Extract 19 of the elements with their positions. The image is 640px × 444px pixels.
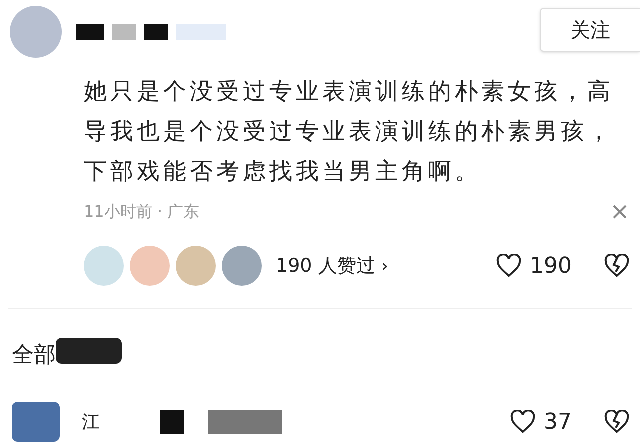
close-icon[interactable] — [612, 204, 628, 220]
reply-like-count: 37 — [544, 408, 572, 436]
heart-icon[interactable] — [510, 410, 536, 434]
follow-button[interactable]: 关注 — [540, 8, 640, 52]
liker-avatar[interactable] — [222, 246, 262, 286]
reply-name: 江 — [82, 410, 100, 434]
liker-avatar[interactable] — [176, 246, 216, 286]
redaction-block — [56, 338, 122, 364]
post-meta: 11小时前 · 广东 — [84, 201, 200, 223]
liker-avatar[interactable] — [84, 246, 124, 286]
like-count: 190 — [530, 252, 572, 280]
post-text: 她只是个没受过专业表演训练的朴素女孩，高导我也是个没受过专业表演训练的朴素男孩，下部戏能否考虑找我当男主角啊。 — [84, 78, 615, 187]
heart-icon[interactable] — [496, 254, 522, 278]
avatar[interactable] — [10, 6, 62, 58]
liker-avatar[interactable] — [130, 246, 170, 286]
broken-heart-icon[interactable] — [604, 410, 630, 434]
broken-heart-icon[interactable] — [604, 254, 630, 278]
replies-heading: 全部 — [12, 342, 56, 370]
likers-link[interactable]: 190 人赞过 › — [276, 252, 389, 280]
